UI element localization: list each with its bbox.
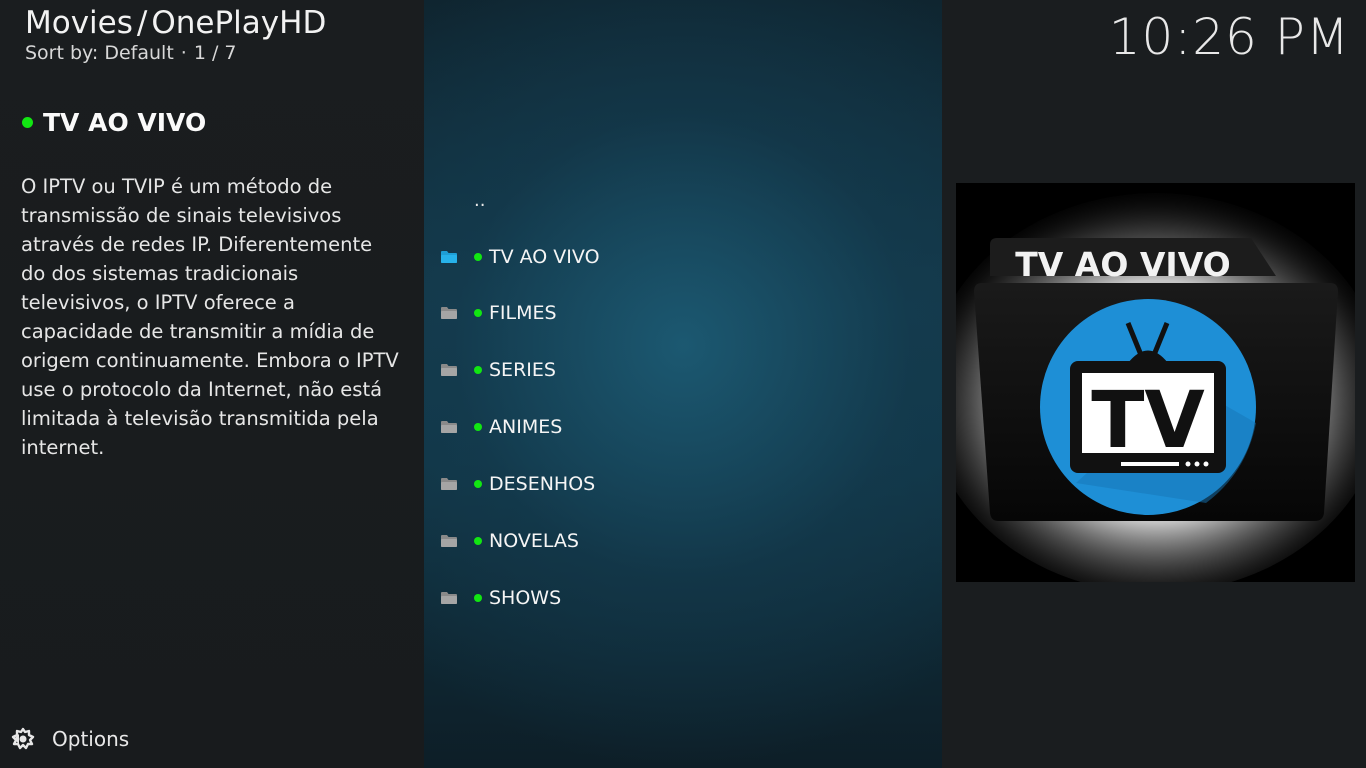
list-item-label: DESENHOS <box>489 473 596 495</box>
list-item-label: SERIES <box>489 359 556 381</box>
sort-separator: · <box>180 42 187 64</box>
poster-screen-text: TV <box>1091 376 1205 466</box>
folder-icon <box>441 307 457 319</box>
folder-icon <box>441 535 457 547</box>
poster-tab-text: TV AO VIVO <box>1015 245 1230 284</box>
status-dot-icon <box>22 117 33 128</box>
breadcrumb: Movies / OnePlayHD <box>25 4 326 42</box>
list-item-filmes[interactable]: FILMES <box>440 293 557 333</box>
list-item-novelas[interactable]: NOVELAS <box>440 521 579 561</box>
folder-icon <box>441 364 457 376</box>
options-gear-icon <box>11 727 35 750</box>
sort-label: Sort by: Default <box>25 42 174 64</box>
parent-folder-item[interactable]: .. <box>474 190 485 211</box>
status-dot-icon <box>474 480 482 488</box>
breadcrumb-separator: / <box>136 5 148 41</box>
sort-info: Sort by: Default · 1 / 7 <box>25 42 326 64</box>
item-position: 1 / 7 <box>193 42 237 64</box>
options-label: Options <box>52 727 130 751</box>
folder-icon <box>441 478 457 490</box>
list-item-animes[interactable]: ANIMES <box>440 407 562 447</box>
header: Movies / OnePlayHD Sort by: Default · 1 / 7 <box>25 4 326 64</box>
clock: 10:26 PM <box>1108 8 1350 66</box>
breadcrumb-addon: OnePlayHD <box>151 5 327 41</box>
status-dot-icon <box>474 366 482 374</box>
plot-description: O IPTV ou TVIP é um método de transmissã… <box>21 175 399 459</box>
selected-item-title: TV AO VIVO <box>22 108 206 137</box>
list-item-tv-ao-vivo[interactable]: TV AO VIVO <box>440 237 600 277</box>
list-item-label: ANIMES <box>489 416 563 438</box>
status-dot-icon <box>474 594 482 602</box>
folder-icon <box>441 251 457 263</box>
folder-icon <box>441 592 457 604</box>
folder-icon <box>441 421 457 433</box>
poster-image: TV AO VIVO TV <box>956 183 1355 582</box>
list-item-shows[interactable]: SHOWS <box>440 578 561 618</box>
list-item-series[interactable]: SERIES <box>440 350 556 390</box>
breadcrumb-section: Movies <box>25 5 133 41</box>
list-item-desenhos[interactable]: DESENHOS <box>440 464 595 504</box>
list-item-label: NOVELAS <box>489 530 579 552</box>
status-dot-icon <box>474 253 482 261</box>
list-item-label: TV AO VIVO <box>489 246 600 268</box>
list-item-label: SHOWS <box>489 587 562 609</box>
status-dot-icon <box>474 309 482 317</box>
tv-folder-artwork: TV AO VIVO TV <box>956 183 1355 582</box>
status-dot-icon <box>474 423 482 431</box>
file-list: .. TV AO VIVO FILMES SERIES ANIMES DESEN… <box>424 0 942 768</box>
list-item-label: FILMES <box>489 302 557 324</box>
options-button[interactable]: Options <box>10 726 129 752</box>
selected-item-title-text: TV AO VIVO <box>43 108 207 137</box>
info-panel: Movies / OnePlayHD Sort by: Default · 1 / 7 … <box>0 0 424 768</box>
status-dot-icon <box>474 537 482 545</box>
